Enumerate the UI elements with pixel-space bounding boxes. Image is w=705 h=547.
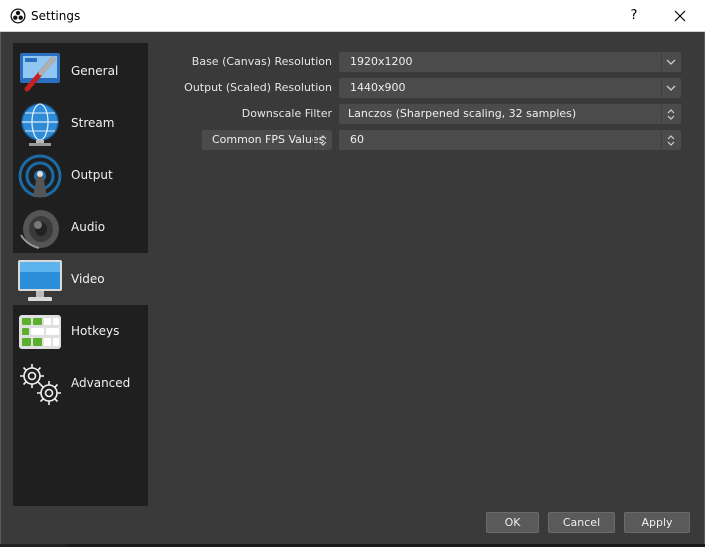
chevron-updown-icon — [667, 135, 675, 146]
window-title: Settings — [31, 9, 81, 23]
chevron-down-icon — [666, 59, 676, 65]
help-button[interactable]: ? — [620, 4, 648, 28]
sidebar-item-label: Stream — [71, 116, 115, 130]
general-icon — [20, 53, 60, 92]
downscale-filter-value: Lanczos (Sharpened scaling, 32 samples) — [348, 107, 577, 120]
close-icon — [674, 10, 686, 22]
monitor-icon — [18, 260, 62, 301]
fps-type-value: Common FPS Values — [212, 133, 325, 146]
chevron-down-icon — [666, 85, 676, 91]
ok-button[interactable]: OK — [486, 512, 539, 533]
antenna-icon — [18, 154, 62, 198]
speaker-icon — [20, 210, 59, 249]
dropdown-button[interactable] — [313, 130, 332, 150]
chevron-updown-icon — [667, 109, 675, 120]
downscale-filter-select[interactable]: Lanczos (Sharpened scaling, 32 samples) — [339, 104, 681, 124]
fps-type-select[interactable]: Common FPS Values — [202, 130, 332, 150]
close-button[interactable] — [665, 4, 695, 28]
sidebar-item-video[interactable]: Video — [13, 253, 148, 305]
output-resolution-label: Output (Scaled) Resolution — [184, 81, 332, 94]
globe-icon — [21, 103, 59, 146]
gears-icon — [20, 364, 61, 405]
sidebar-item-label: General — [71, 64, 119, 78]
fps-value-select[interactable]: 60 — [339, 130, 681, 150]
dropdown-button[interactable] — [661, 79, 680, 97]
output-resolution-combobox[interactable]: 1440x900 — [339, 78, 681, 98]
settings-sidebar: General Stream Output Audio Video Hotkey… — [13, 43, 148, 506]
dropdown-button[interactable] — [661, 105, 680, 123]
cancel-button[interactable]: Cancel — [548, 512, 615, 533]
apply-button[interactable]: Apply — [624, 512, 690, 533]
base-resolution-value: 1920x1200 — [350, 55, 413, 68]
sidebar-item-advanced[interactable]: Advanced — [13, 357, 148, 409]
sidebar-item-label: Advanced — [71, 376, 131, 390]
sidebar-item-label: Output — [71, 168, 113, 182]
fps-value: 60 — [350, 133, 364, 146]
output-resolution-value: 1440x900 — [350, 81, 406, 94]
sidebar-item-label: Video — [71, 272, 105, 286]
chevron-updown-icon — [319, 135, 327, 146]
sidebar-item-output[interactable]: Output — [13, 149, 148, 201]
sidebar-item-label: Hotkeys — [71, 324, 120, 338]
sidebar-item-hotkeys[interactable]: Hotkeys — [13, 305, 148, 357]
dropdown-button[interactable] — [661, 131, 680, 149]
sidebar-item-audio[interactable]: Audio — [13, 201, 148, 253]
base-resolution-combobox[interactable]: 1920x1200 — [339, 52, 681, 72]
base-resolution-label: Base (Canvas) Resolution — [191, 55, 332, 68]
downscale-filter-label: Downscale Filter — [241, 107, 332, 120]
keyboard-icon — [19, 315, 61, 349]
sidebar-item-label: Audio — [71, 220, 106, 234]
sidebar-item-general[interactable]: General — [13, 45, 148, 97]
sidebar-item-stream[interactable]: Stream — [13, 97, 148, 149]
dropdown-button[interactable] — [661, 53, 680, 71]
title-bar: Settings ? — [0, 0, 705, 32]
obs-logo-icon — [10, 8, 26, 24]
